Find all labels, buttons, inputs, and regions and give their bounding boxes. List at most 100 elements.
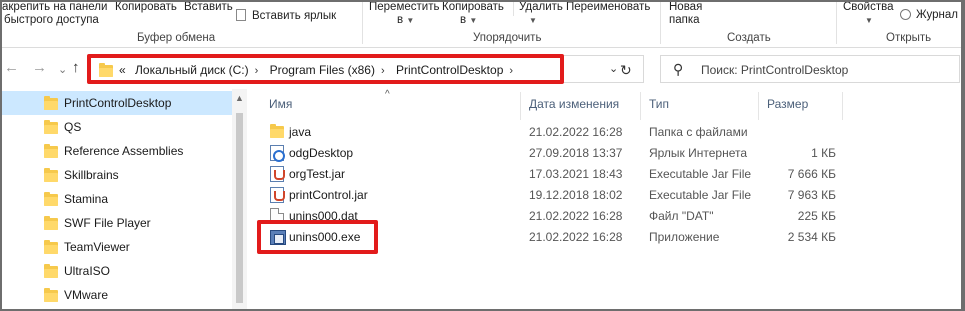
chevron-right-icon[interactable]: › xyxy=(255,65,259,77)
sidebar-item-label: Stamina xyxy=(64,192,109,206)
chevron-right-icon[interactable]: › xyxy=(509,65,513,77)
file-row-odgdesktop[interactable]: odgDesktop 27.09.2018 13:37 Ярлык Интерн… xyxy=(248,143,965,164)
chevron-down-icon: ▼ xyxy=(406,16,415,25)
file-type: Ярлык Интернета xyxy=(649,146,748,160)
column-divider[interactable] xyxy=(842,92,843,120)
organize-group-label: Упорядочить xyxy=(473,32,542,44)
file-name: orgTest.jar xyxy=(289,167,346,181)
file-size: 225 КБ xyxy=(797,209,836,223)
column-header-name[interactable]: Имя xyxy=(269,97,292,111)
exe-file-icon xyxy=(270,230,286,245)
column-divider[interactable] xyxy=(520,92,521,120)
delete-button[interactable]: Удалить ▼ xyxy=(519,1,563,27)
recent-locations-button[interactable]: ⌄ xyxy=(58,62,67,78)
breadcrumb-overflow[interactable]: « xyxy=(119,63,126,77)
move-label: Переместить xyxy=(369,1,440,13)
file-row-unins000-exe[interactable]: unins000.exe 21.02.2022 16:28 Приложение… xyxy=(248,227,965,248)
file-size: 7 963 КБ xyxy=(787,188,836,202)
file-size: 7 666 КБ xyxy=(787,167,836,181)
sidebar-item-label: UltraISO xyxy=(64,264,111,278)
address-history-button[interactable]: ⌄ xyxy=(609,62,618,75)
up-button[interactable]: ↑ xyxy=(72,60,80,76)
chevron-down-icon: ⌄ xyxy=(58,64,68,76)
chevron-down-icon: ▼ xyxy=(865,16,873,25)
breadcrumb-local-disk[interactable]: Локальный диск (C:) xyxy=(135,63,249,77)
column-header-size[interactable]: Размер xyxy=(767,97,808,111)
copy-button[interactable]: Копировать xyxy=(115,1,177,14)
file-name: unins000.dat xyxy=(289,209,358,223)
paste-button[interactable]: Вставить xyxy=(184,1,233,14)
sidebar-item-teamviewer[interactable]: TeamViewer xyxy=(0,235,232,259)
rename-button[interactable]: Переименовать xyxy=(566,1,650,14)
search-icon: ⚲ xyxy=(673,61,684,77)
breadcrumb: « Локальный диск (C:) › Program Files (x8… xyxy=(119,63,521,77)
search-box[interactable]: ⚲ Поиск: PrintControlDesktop xyxy=(660,55,960,83)
column-divider[interactable] xyxy=(640,92,641,120)
breadcrumb-printcontroldesktop[interactable]: PrintControlDesktop xyxy=(396,63,503,77)
sidebar-item-label: TeamViewer xyxy=(64,240,130,254)
scroll-up-icon[interactable]: ▲ xyxy=(235,93,244,103)
folder-icon xyxy=(44,144,58,158)
jar-file-icon xyxy=(270,166,285,182)
sidebar-item-reference-assemblies[interactable]: Reference Assemblies xyxy=(0,139,232,163)
file-date: 17.03.2021 18:43 xyxy=(529,167,623,181)
navigation-pane: PrintControlDesktop QS Reference Assembl… xyxy=(0,89,248,311)
file-name: printControl.jar xyxy=(289,188,368,202)
folder-icon xyxy=(44,192,58,206)
back-button[interactable]: ← xyxy=(4,60,19,76)
file-row-java[interactable]: java 21.02.2022 16:28 Папка с файлами xyxy=(248,122,965,143)
paste-shortcut-button[interactable]: Вставить ярлык xyxy=(236,9,336,23)
folder-icon xyxy=(99,63,113,77)
file-type: Executable Jar File xyxy=(649,167,752,181)
sidebar-item-printcontroldesktop[interactable]: PrintControlDesktop xyxy=(0,91,232,115)
breadcrumb-program-files[interactable]: Program Files (x86) xyxy=(270,63,375,77)
sidebar-item-swf-file-player[interactable]: SWF File Player xyxy=(0,211,232,235)
sidebar-item-stamina[interactable]: Stamina xyxy=(0,187,232,211)
search-input[interactable]: Поиск: PrintControlDesktop xyxy=(701,63,848,77)
journal-button[interactable]: Журнал xyxy=(900,9,958,22)
file-row-printcontrol-jar[interactable]: printControl.jar 19.12.2018 18:02 Execut… xyxy=(248,185,965,206)
pin-quick-access-button[interactable]: акрепить на панели быстрого доступа xyxy=(2,1,107,27)
properties-button[interactable]: Свойства ▼ xyxy=(843,1,894,27)
column-header-type[interactable]: Тип xyxy=(649,97,669,111)
internet-shortcut-icon xyxy=(270,145,285,162)
sidebar-item-qs[interactable]: QS xyxy=(0,115,232,139)
sidebar-item-label: Skillbrains xyxy=(64,168,119,182)
sidebar-item-ultraiso[interactable]: UltraISO xyxy=(0,259,232,283)
file-row-orgtest-jar[interactable]: orgTest.jar 17.03.2021 18:43 Executable … xyxy=(248,164,965,185)
chevron-down-icon: ▼ xyxy=(529,16,537,25)
file-date: 21.02.2022 16:28 xyxy=(529,230,623,244)
move-to-button[interactable]: Переместить в ▼ xyxy=(369,1,439,27)
copy-to-label-line2: в xyxy=(460,14,467,26)
new-folder-label-line2: папка xyxy=(669,14,700,26)
folder-icon xyxy=(270,124,284,138)
scrollbar-thumb[interactable] xyxy=(236,113,243,303)
chevron-down-icon: ▼ xyxy=(469,16,478,25)
folder-icon xyxy=(44,120,58,134)
jar-file-icon xyxy=(270,187,285,203)
ribbon-divider xyxy=(513,2,514,16)
sort-ascending-icon: ^ xyxy=(385,89,390,100)
column-divider[interactable] xyxy=(758,92,759,120)
new-folder-label-line1: Новая xyxy=(669,1,703,13)
folder-icon xyxy=(44,288,58,302)
folder-icon xyxy=(44,264,58,278)
refresh-button[interactable]: ↻ xyxy=(620,62,632,79)
sidebar-item-skillbrains[interactable]: Skillbrains xyxy=(0,163,232,187)
file-size: 1 КБ xyxy=(811,146,836,160)
sidebar-item-vmware[interactable]: VMware xyxy=(0,283,232,307)
address-bar[interactable]: « Локальный диск (C:) › Program Files (x8… xyxy=(88,55,644,83)
properties-label: Свойства xyxy=(843,1,894,13)
column-header-date[interactable]: Дата изменения xyxy=(529,97,619,111)
ribbon-divider xyxy=(362,2,363,44)
copy-to-button[interactable]: Копировать в ▼ xyxy=(442,1,504,27)
sidebar-scrollbar[interactable]: ▲ xyxy=(232,89,247,311)
folder-icon xyxy=(44,216,58,230)
chevron-right-icon[interactable]: › xyxy=(381,65,385,77)
new-folder-button[interactable]: Новая папка xyxy=(669,1,702,27)
forward-button[interactable]: → xyxy=(32,60,47,76)
file-name: java xyxy=(289,125,312,139)
file-row-unins000-dat[interactable]: unins000.dat 21.02.2022 16:28 Файл "DAT"… xyxy=(248,206,965,227)
folder-icon xyxy=(44,96,58,110)
file-size: 2 534 КБ xyxy=(787,230,836,244)
